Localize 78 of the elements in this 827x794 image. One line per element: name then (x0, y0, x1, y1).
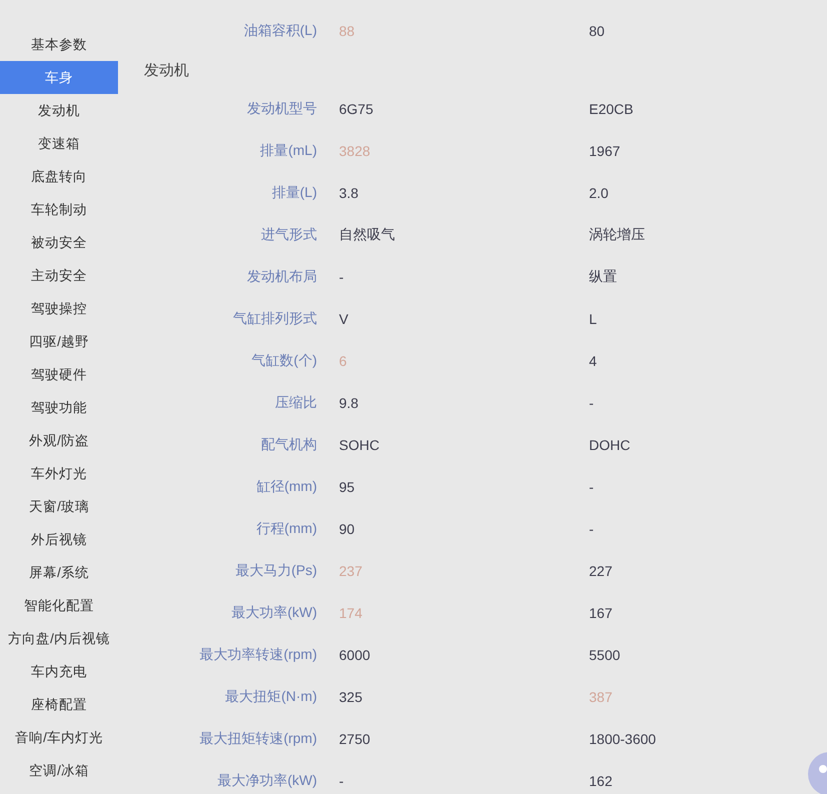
spec-value: 6000 (339, 647, 370, 663)
spec-value: 162 (589, 773, 612, 789)
sidebar-item[interactable]: 屏幕/系统 (0, 556, 118, 589)
section-heading: 发动机 (144, 60, 189, 80)
spec-label: 最大扭矩转速(rpm) (200, 730, 317, 746)
spec-label: 配气机构 (261, 436, 317, 452)
sidebar-item[interactable]: 主动安全 (0, 259, 118, 292)
sidebar-item[interactable]: 变速箱 (0, 127, 118, 160)
sidebar-item[interactable]: 驾驶硬件 (0, 358, 118, 391)
spec-value: 1967 (589, 143, 620, 159)
sidebar-item[interactable]: 车外灯光 (0, 457, 118, 490)
sidebar-item[interactable]: 车轮制动 (0, 193, 118, 226)
spec-value: 325 (339, 689, 362, 705)
spec-label: 最大净功率(kW) (217, 772, 317, 788)
spec-label: 行程(mm) (256, 520, 317, 536)
spec-value: 9.8 (339, 395, 358, 411)
spec-value: E20CB (589, 101, 634, 117)
spec-value: 2.0 (589, 185, 608, 201)
sidebar-item[interactable]: 空调/冰箱 (0, 754, 118, 787)
sidebar-item[interactable]: 底盘转向 (0, 160, 118, 193)
spec-value: 80 (589, 23, 605, 39)
spec-value: 纵置 (589, 268, 617, 284)
spec-label: 发动机布局 (247, 268, 317, 284)
spec-value: 167 (589, 605, 612, 621)
spec-value: 95 (339, 479, 355, 495)
sidebar-item[interactable]: 外观/防盗 (0, 424, 118, 457)
spec-label: 压缩比 (275, 394, 317, 410)
spec-value: 6G75 (339, 101, 374, 117)
sidebar-item[interactable]: 座椅配置 (0, 688, 118, 721)
sidebar-item[interactable]: 智能化配置 (0, 589, 118, 622)
spec-label: 气缸数(个) (252, 352, 317, 368)
spec-label: 油箱容积(L) (244, 22, 317, 38)
spec-label: 气缸排列形式 (233, 310, 317, 326)
spec-value: 6 (339, 353, 347, 369)
sidebar-item[interactable]: 被动安全 (0, 226, 118, 259)
spec-value: DOHC (589, 437, 630, 453)
spec-label: 最大功率转速(rpm) (200, 646, 317, 662)
spec-label: 发动机型号 (247, 100, 317, 116)
spec-value: 5500 (589, 647, 620, 663)
spec-value: 90 (339, 521, 355, 537)
spec-value: - (339, 269, 344, 285)
spec-value: 1800-3600 (589, 731, 656, 747)
spec-label: 排量(L) (272, 184, 317, 200)
spec-value: 3.8 (339, 185, 358, 201)
sidebar-item[interactable]: 音响/车内灯光 (0, 721, 118, 754)
spec-value: 227 (589, 563, 612, 579)
spec-value: 387 (589, 689, 612, 705)
spec-value: 4 (589, 353, 597, 369)
spec-value: SOHC (339, 437, 380, 453)
spec-label: 缸径(mm) (256, 478, 317, 494)
spec-label: 最大功率(kW) (231, 604, 317, 620)
spec-value: 88 (339, 23, 355, 39)
spec-value: - (589, 395, 594, 411)
spec-label: 排量(mL) (260, 142, 317, 158)
spec-value: - (589, 521, 594, 537)
sidebar-item[interactable]: 发动机 (0, 94, 118, 127)
spec-value: V (339, 311, 348, 327)
spec-value: 自然吸气 (339, 226, 395, 242)
sidebar-item[interactable]: 车内充电 (0, 655, 118, 688)
sidebar-item[interactable]: 方向盘/内后视镜 (0, 622, 118, 655)
spec-value: - (339, 773, 344, 789)
spec-label: 最大马力(Ps) (235, 562, 317, 578)
spec-value: L (589, 311, 597, 327)
spec-value: 涡轮增压 (589, 226, 645, 242)
spec-label: 最大扭矩(N·m) (225, 688, 317, 704)
sidebar-item[interactable]: 驾驶功能 (0, 391, 118, 424)
spec-value: - (589, 479, 594, 495)
sidebar-item[interactable]: 驾驶操控 (0, 292, 118, 325)
sidebar-item[interactable]: 天窗/玻璃 (0, 490, 118, 523)
sidebar-item[interactable]: 四驱/越野 (0, 325, 118, 358)
sidebar-item[interactable]: 外后视镜 (0, 523, 118, 556)
spec-value: 3828 (339, 143, 370, 159)
spec-value: 237 (339, 563, 362, 579)
sidebar-item[interactable]: 车身 (0, 61, 118, 94)
spec-value: 174 (339, 605, 362, 621)
sidebar-item[interactable]: 基本参数 (0, 28, 118, 61)
spec-label: 进气形式 (261, 226, 317, 242)
spec-value: 2750 (339, 731, 370, 747)
